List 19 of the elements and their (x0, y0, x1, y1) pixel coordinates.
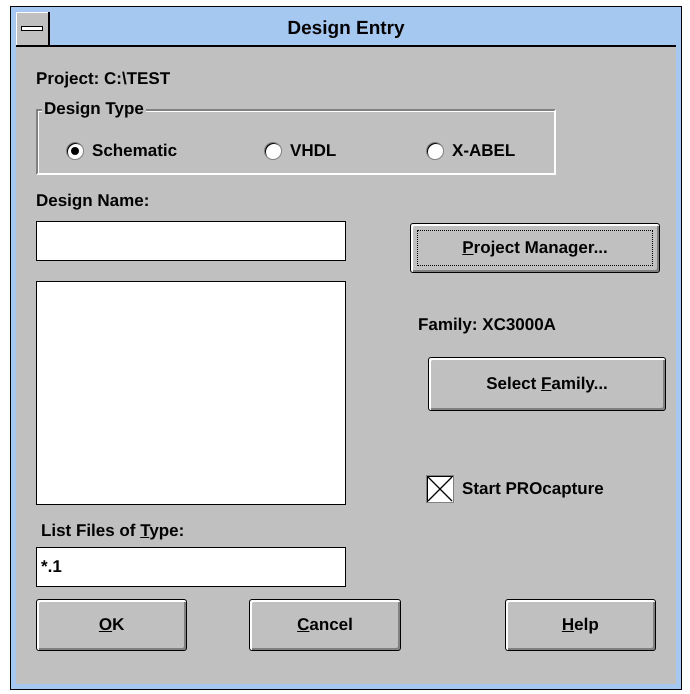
checkbox[interactable] (426, 475, 454, 503)
system-menu-button[interactable] (16, 12, 50, 45)
radio-option[interactable]: X-ABEL (426, 141, 516, 161)
window-title: Design Entry (286, 18, 406, 40)
dialog-button[interactable]: OK (36, 599, 188, 651)
field-label: List Files of Type: (41, 521, 186, 541)
group-label: Design Type (42, 99, 146, 119)
select-family-button[interactable]: Select Family... (428, 357, 666, 411)
project-label: Project: C:\TEST (36, 69, 172, 89)
file-type-field[interactable]: *.1 (36, 547, 346, 587)
field-label: Design Name: (36, 191, 150, 211)
family-label: Family: XC3000A (418, 315, 557, 335)
radio-option[interactable]: Schematic (66, 141, 264, 161)
project-manager-button[interactable]: Project Manager... (410, 223, 660, 273)
checkbox-label: Start PROcapture (462, 479, 604, 499)
dialog-button[interactable]: Help (504, 599, 656, 651)
design-name-field[interactable] (36, 221, 346, 261)
dialog-button[interactable]: Cancel (249, 599, 401, 651)
radio-option[interactable]: VHDL (264, 141, 426, 161)
